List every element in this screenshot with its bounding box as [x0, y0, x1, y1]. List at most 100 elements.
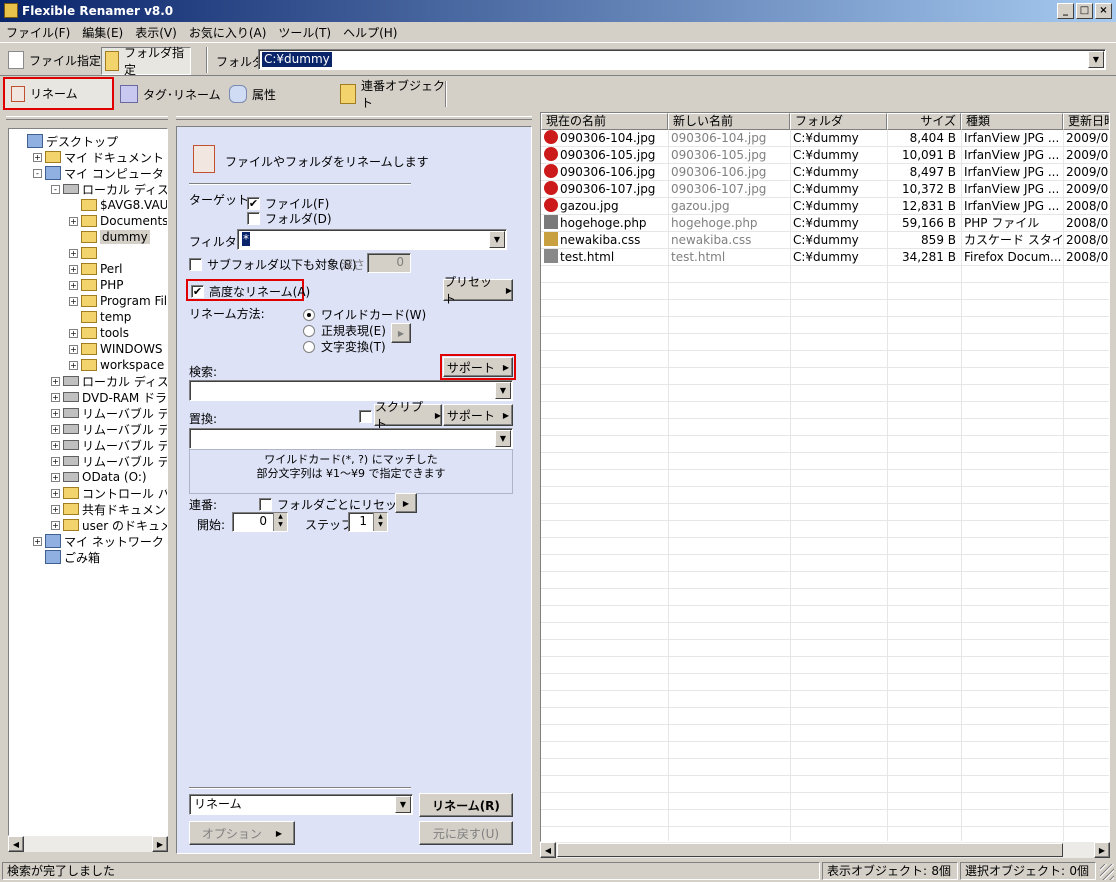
tree-item[interactable]: + リムーバブル ディスク: [51, 421, 167, 437]
reset-per-folder-checkbox[interactable]: フォルダごとにリセット: [259, 496, 409, 513]
list-item[interactable]: 090306-106.jpg 090306-106.jpg C:¥dummy 8,49…: [541, 164, 1109, 181]
tree-grip[interactable]: [6, 116, 168, 120]
chevron-down-icon[interactable]: ▼: [489, 231, 505, 248]
tree-item[interactable]: デスクトップ: [15, 133, 118, 149]
maximize-button[interactable]: □: [1076, 3, 1093, 19]
scroll-right-button[interactable]: ▶: [152, 836, 168, 852]
tree-item[interactable]: + Program Files: [69, 293, 167, 309]
radio[interactable]: [303, 340, 315, 353]
tree-hscrollbar[interactable]: ◀ ▶: [8, 836, 168, 852]
list-hscrollbar[interactable]: ◀ ▶: [540, 842, 1110, 858]
column-header[interactable]: 更新日時: [1063, 113, 1109, 130]
list-item[interactable]: gazou.jpg gazou.jpg C:¥dummy 12,831 B IrfanV…: [541, 198, 1109, 215]
checkbox[interactable]: [247, 212, 260, 225]
tree-item[interactable]: +: [69, 245, 100, 261]
chevron-down-icon[interactable]: ▼: [1088, 51, 1104, 68]
panel-grip[interactable]: [176, 116, 532, 120]
expand-icon[interactable]: +: [69, 360, 78, 370]
scroll-right-button[interactable]: ▶: [1094, 842, 1110, 858]
tree-item[interactable]: + DVD-RAM ドライブ: [51, 389, 167, 405]
tree-item[interactable]: - マイ コンピュータ: [33, 165, 164, 181]
list-item[interactable]: newakiba.css newakiba.css C:¥dummy 859 B カスケ…: [541, 232, 1109, 249]
method-regex-radio[interactable]: 正規表現(E): [303, 322, 386, 339]
undo-button[interactable]: 元に戻す(U): [419, 821, 513, 845]
menu-help[interactable]: ヘルプ(H): [343, 24, 397, 41]
list-item[interactable]: 090306-107.jpg 090306-107.jpg C:¥dummy 10,3…: [541, 181, 1109, 198]
options-button[interactable]: オプション ▶: [189, 821, 295, 845]
replace-combo[interactable]: ▼: [189, 428, 513, 449]
close-button[interactable]: ×: [1095, 3, 1112, 19]
file-select-button[interactable]: ファイル指定: [8, 48, 101, 72]
file-list[interactable]: 現在の名前新しい名前フォルダサイズ種類更新日時090306-104.jpg090…: [540, 112, 1110, 842]
expand-icon[interactable]: +: [33, 152, 42, 162]
expand-icon[interactable]: +: [51, 456, 60, 466]
folder-tree[interactable]: デスクトップ+マイ ドキュメント-マイ コンピュータ-ローカル ディスク (C:…: [8, 128, 168, 836]
step-spinner[interactable]: 1 ▲ ▼: [348, 512, 388, 532]
menu-tools[interactable]: ツール(T): [278, 24, 331, 41]
expand-icon[interactable]: +: [51, 472, 60, 482]
expand-icon[interactable]: +: [69, 328, 78, 338]
scroll-left-button[interactable]: ◀: [540, 842, 556, 858]
filter-combo[interactable]: * ▼: [237, 229, 507, 250]
checkbox[interactable]: [189, 258, 202, 271]
tree-item[interactable]: + tools: [69, 325, 129, 341]
minimize-button[interactable]: _: [1057, 3, 1074, 19]
radio[interactable]: [303, 308, 315, 321]
column-header[interactable]: フォルダ: [790, 113, 887, 130]
expand-icon[interactable]: +: [51, 504, 60, 514]
rename-mode-button[interactable]: リネーム: [3, 77, 114, 110]
expand-icon[interactable]: +: [51, 424, 60, 434]
spin-buttons[interactable]: ▲ ▼: [373, 513, 387, 531]
tree-item[interactable]: + Perl: [69, 261, 122, 277]
expand-icon[interactable]: +: [69, 296, 78, 306]
tree-item[interactable]: + OData (O:): [51, 469, 147, 485]
script-checkbox[interactable]: [359, 410, 372, 423]
rename-execute-button[interactable]: リネーム(R): [419, 793, 513, 817]
subfolder-checkbox[interactable]: サブフォルダ以下も対象(B): [189, 256, 357, 273]
spin-buttons[interactable]: ▲ ▼: [273, 513, 287, 531]
method-text-radio[interactable]: 文字変換(T): [303, 338, 386, 355]
tree-item[interactable]: + ローカル ディスク (D:: [51, 373, 167, 389]
preset-button[interactable]: プリセット ▶: [443, 275, 513, 306]
expand-icon[interactable]: +: [69, 280, 78, 290]
target-folder-checkbox[interactable]: フォルダ(D): [247, 210, 332, 227]
column-header[interactable]: 現在の名前: [541, 113, 668, 130]
expand-icon[interactable]: +: [51, 488, 60, 498]
expand-icon[interactable]: +: [69, 216, 78, 226]
radio[interactable]: [303, 324, 315, 337]
tree-item[interactable]: $AVG8.VAULT: [69, 197, 167, 213]
menu-file[interactable]: ファイル(F): [6, 24, 70, 41]
column-header[interactable]: 新しい名前: [668, 113, 790, 130]
serial-menu-button[interactable]: ▶: [395, 493, 417, 513]
tree-item[interactable]: + workspace: [69, 357, 164, 373]
method-wildcard-radio[interactable]: ワイルドカード(W): [303, 306, 426, 323]
expand-icon[interactable]: +: [51, 440, 60, 450]
tree-item[interactable]: temp: [69, 309, 131, 325]
tree-item[interactable]: + リムーバブル ディスク: [51, 453, 167, 469]
tree-item[interactable]: ごみ箱: [33, 549, 100, 565]
tree-item[interactable]: + マイ ネットワーク: [33, 533, 164, 549]
expand-icon[interactable]: +: [51, 392, 60, 402]
start-spinner[interactable]: 0 ▲ ▼: [232, 512, 288, 532]
depth-input[interactable]: 0: [367, 253, 411, 273]
expand-icon[interactable]: +: [51, 520, 60, 530]
tag-rename-button[interactable]: タグ･リネーム: [120, 83, 221, 105]
search-combo[interactable]: ▼: [189, 380, 513, 401]
column-header[interactable]: 種類: [961, 113, 1063, 130]
resize-grip[interactable]: [1100, 864, 1114, 880]
tree-item[interactable]: + リムーバブル ディスク: [51, 405, 167, 421]
expand-icon[interactable]: +: [33, 536, 42, 546]
tree-item[interactable]: + リムーバブル ディスク: [51, 437, 167, 453]
expand-icon[interactable]: +: [51, 376, 60, 386]
list-item[interactable]: test.html test.html C:¥dummy 34,281 B Firefo…: [541, 249, 1109, 266]
expand-icon[interactable]: +: [51, 408, 60, 418]
scroll-thumb[interactable]: [557, 843, 1063, 857]
checkbox[interactable]: ✔: [191, 285, 204, 298]
expand-icon[interactable]: +: [69, 264, 78, 274]
tree-item[interactable]: + WINDOWS: [69, 341, 163, 357]
chevron-down-icon[interactable]: ▼: [495, 382, 511, 399]
search-support-button[interactable]: サポート ▶: [443, 357, 513, 377]
checkbox[interactable]: [259, 498, 272, 511]
tree-item[interactable]: + PHP: [69, 277, 124, 293]
menu-edit[interactable]: 編集(E): [82, 24, 123, 41]
